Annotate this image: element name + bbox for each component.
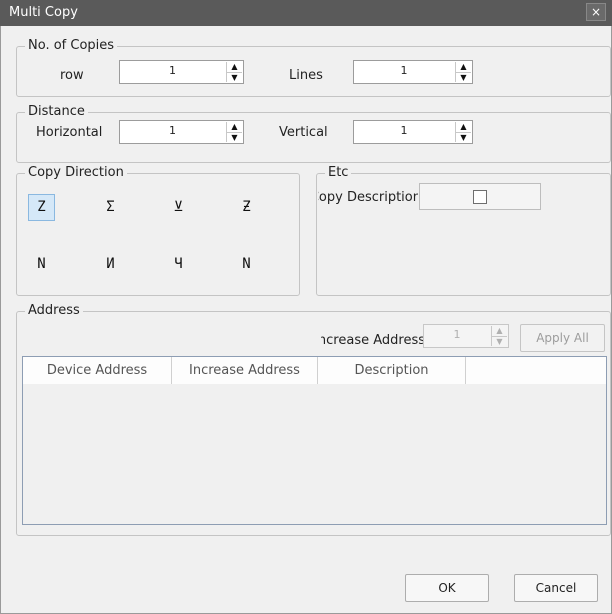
title-bar: Multi Copy × (0, 0, 612, 26)
direction-2-icon[interactable]: Σ (97, 194, 124, 221)
copies-group-title: No. of Copies (25, 38, 118, 54)
cancel-button[interactable]: Cancel (514, 574, 598, 602)
dialog-body: No. of Copies row 1 ▲ ▼ Lines 1 ▲ ▼ Dist… (0, 26, 612, 614)
row-value[interactable]: 1 (120, 64, 225, 77)
column-header-increase-address[interactable]: Increase Address (172, 357, 318, 384)
copy-description-checkbox[interactable] (473, 190, 487, 204)
row-stepper[interactable]: 1 ▲ ▼ (119, 60, 244, 84)
vertical-down-icon[interactable]: ▼ (456, 132, 471, 142)
row-up-icon[interactable]: ▲ (227, 62, 242, 72)
horizontal-up-icon[interactable]: ▲ (227, 122, 242, 132)
direction-3-icon[interactable]: ⊻ (165, 194, 192, 221)
direction-7-icon[interactable]: Ч (165, 251, 192, 278)
lines-value[interactable]: 1 (354, 64, 454, 77)
vertical-stepper[interactable]: 1 ▲ ▼ (353, 120, 473, 144)
direction-6-icon[interactable]: И (97, 251, 124, 278)
vertical-value[interactable]: 1 (354, 124, 454, 137)
increase-address-up-icon[interactable]: ▲ (492, 326, 507, 336)
lines-stepper[interactable]: 1 ▲ ▼ (353, 60, 473, 84)
distance-group-title: Distance (25, 104, 88, 120)
increase-address-value[interactable]: 1 (424, 328, 490, 341)
increase-address-label-clip: Increase Address (321, 331, 423, 351)
column-header-device-address[interactable]: Device Address (23, 357, 172, 384)
copy-description-box[interactable] (419, 183, 541, 210)
horizontal-stepper[interactable]: 1 ▲ ▼ (119, 120, 244, 144)
horizontal-down-icon[interactable]: ▼ (227, 132, 242, 142)
vertical-up-icon[interactable]: ▲ (456, 122, 471, 132)
direction-1-icon[interactable]: Z (28, 194, 55, 221)
column-header-filler (466, 357, 606, 384)
direction-4-icon[interactable]: Ƶ (233, 194, 260, 221)
ok-button[interactable]: OK (405, 574, 489, 602)
increase-address-down-icon[interactable]: ▼ (492, 336, 507, 346)
apply-all-button[interactable]: Apply All (520, 324, 605, 352)
direction-8-icon[interactable]: Ν (233, 251, 260, 278)
lines-down-icon[interactable]: ▼ (456, 72, 471, 82)
close-icon[interactable]: × (586, 3, 606, 21)
address-table-header: Device Address Increase Address Descript… (23, 357, 606, 384)
horizontal-value[interactable]: 1 (120, 124, 225, 137)
lines-up-icon[interactable]: ▲ (456, 62, 471, 72)
copy-description-label-clip: Copy Description (318, 188, 418, 208)
increase-address-label: Increase Address (321, 333, 423, 348)
window-title: Multi Copy (9, 5, 78, 20)
column-header-description[interactable]: Description (318, 357, 466, 384)
horizontal-label: Horizontal (36, 125, 103, 140)
copy-description-label: Copy Description (318, 190, 418, 205)
lines-label: Lines (289, 68, 323, 83)
row-down-icon[interactable]: ▼ (227, 72, 242, 82)
address-group-title: Address (25, 303, 83, 319)
direction-5-icon[interactable]: N (28, 251, 55, 278)
vertical-label: Vertical (279, 125, 328, 140)
increase-address-stepper[interactable]: 1 ▲ ▼ (423, 324, 509, 348)
address-table[interactable]: Device Address Increase Address Descript… (22, 356, 607, 525)
row-label: row (60, 68, 84, 83)
direction-group-title: Copy Direction (25, 165, 127, 181)
etc-group-title: Etc (325, 165, 352, 181)
